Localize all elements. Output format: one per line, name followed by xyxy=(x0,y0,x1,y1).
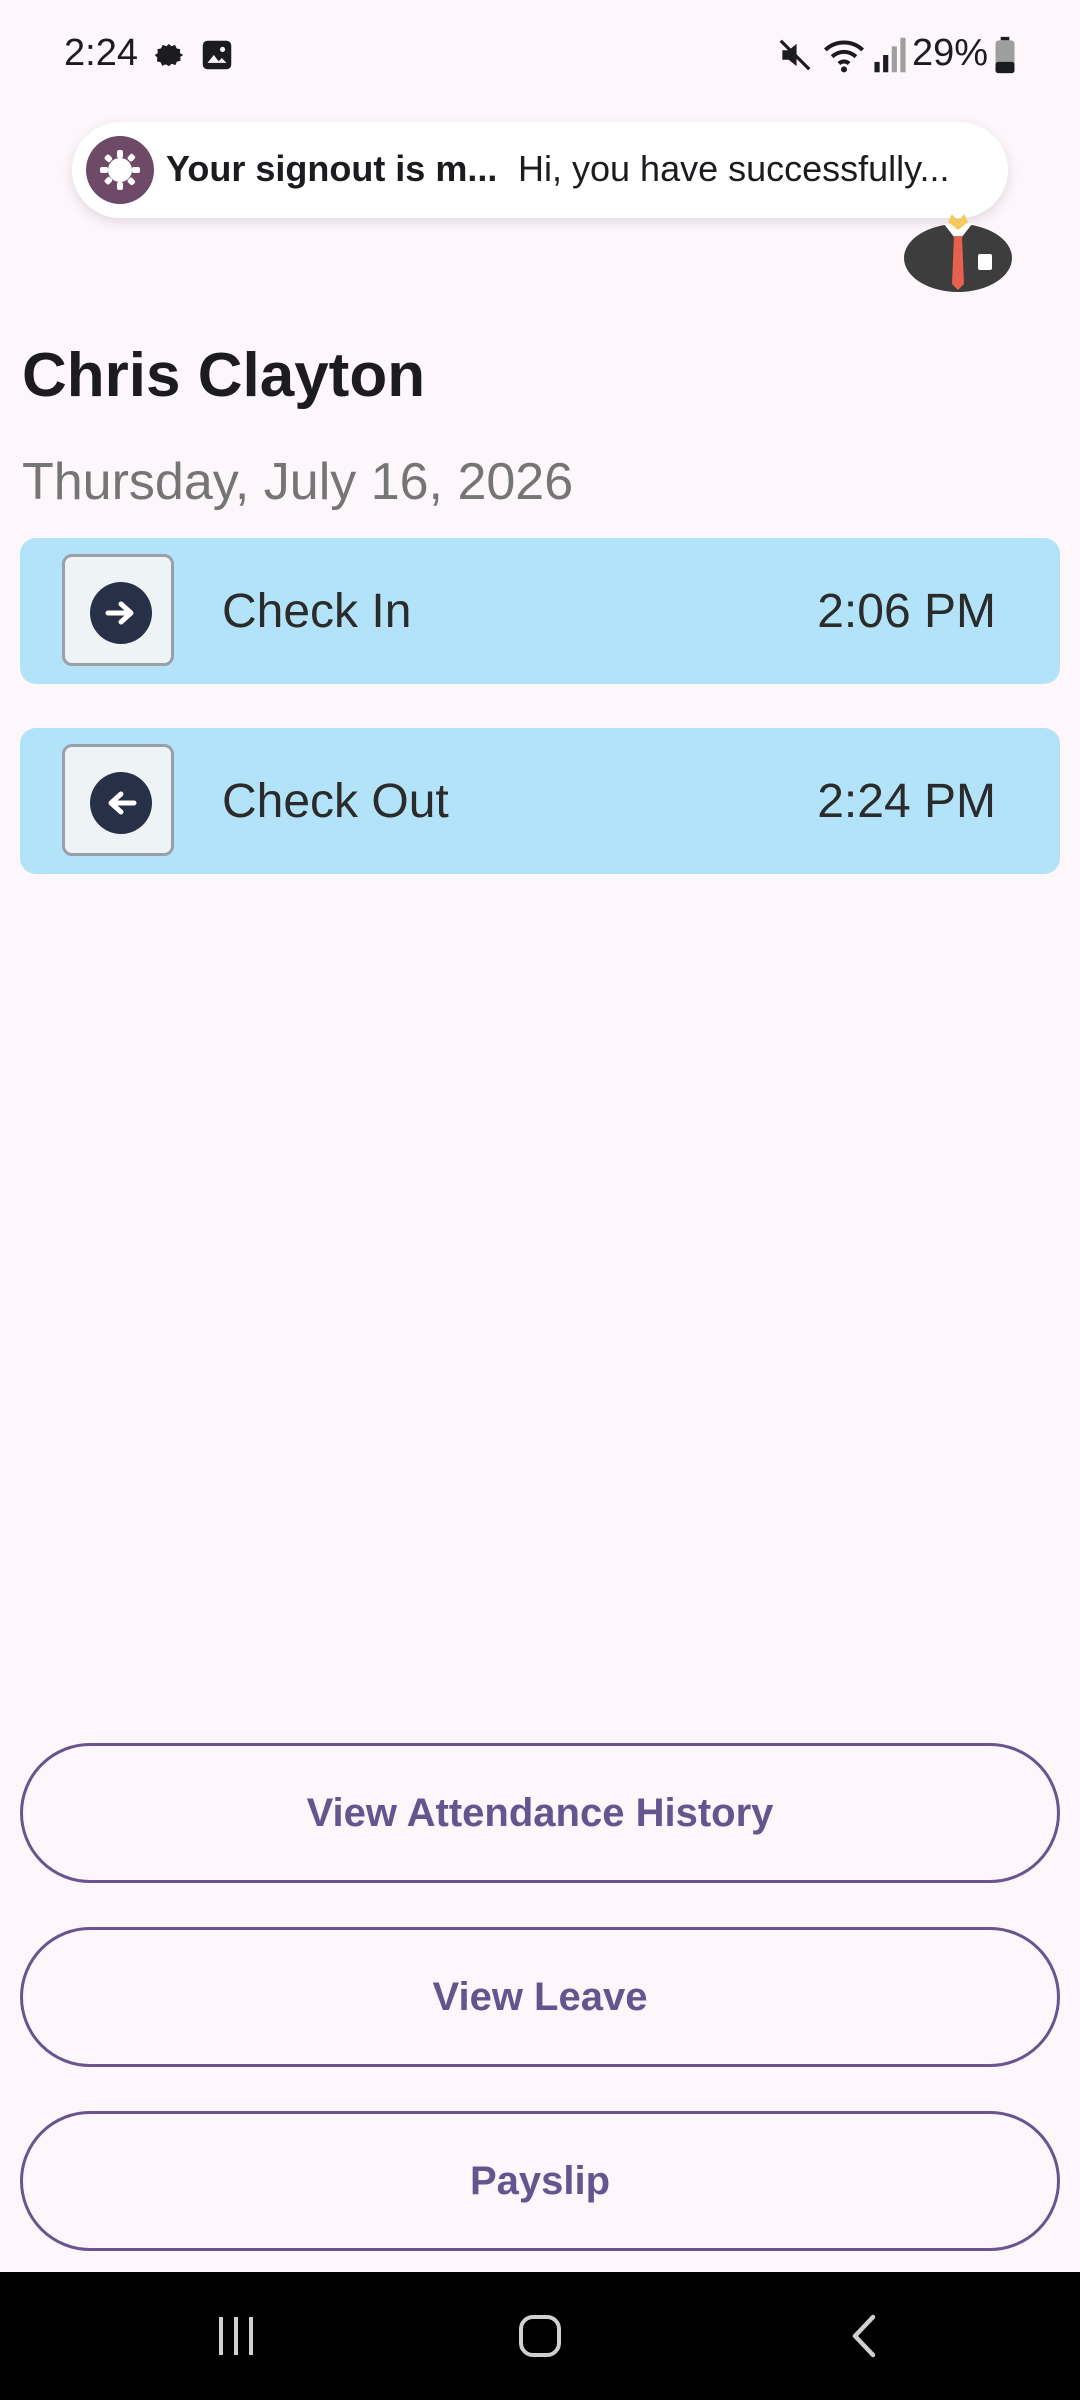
home-button[interactable] xyxy=(440,2272,640,2400)
check-out-label: Check Out xyxy=(222,775,449,828)
check-in-button[interactable] xyxy=(62,554,174,666)
settings-icon xyxy=(150,36,188,74)
current-date: Thursday, July 16, 2026 xyxy=(22,453,574,511)
back-icon xyxy=(852,2314,876,2358)
check-in-time: 2:06 PM xyxy=(817,585,996,638)
check-out-card[interactable]: Check Out 2:24 PM xyxy=(20,728,1060,874)
user-name: Chris Clayton xyxy=(22,341,426,410)
recent-apps-button[interactable] xyxy=(136,2272,336,2400)
notification-body: Hi, you have successfully... xyxy=(518,148,950,189)
arrow-left-icon xyxy=(90,772,152,834)
status-time: 2:24 xyxy=(64,32,138,74)
notification-banner[interactable]: Your signout is m... Hi, you have succes… xyxy=(72,122,1008,218)
payslip-button[interactable]: Payslip xyxy=(20,2111,1060,2251)
battery-percent: 29% xyxy=(911,32,988,74)
navigation-bar xyxy=(0,2272,1080,2400)
settings-icon xyxy=(86,136,154,204)
home-icon xyxy=(519,2315,561,2357)
image-icon xyxy=(198,36,236,74)
view-attendance-history-button[interactable]: View Attendance History xyxy=(20,1743,1060,1883)
signal-icon xyxy=(872,36,910,74)
arrow-right-icon xyxy=(90,582,152,644)
view-leave-button[interactable]: View Leave xyxy=(20,1927,1060,2067)
check-in-label: Check In xyxy=(222,585,412,638)
notification-title: Your signout is m... xyxy=(166,148,498,189)
battery-icon xyxy=(994,36,1016,74)
avatar[interactable] xyxy=(896,200,1016,296)
check-in-card[interactable]: Check In 2:06 PM xyxy=(20,538,1060,684)
wifi-icon xyxy=(822,36,866,74)
mute-icon xyxy=(776,36,814,74)
back-button[interactable] xyxy=(766,2272,966,2400)
check-out-time: 2:24 PM xyxy=(817,775,996,828)
check-out-button[interactable] xyxy=(62,744,174,856)
status-bar: 2:24 29% xyxy=(0,0,1080,110)
recent-apps-icon xyxy=(219,2317,253,2355)
